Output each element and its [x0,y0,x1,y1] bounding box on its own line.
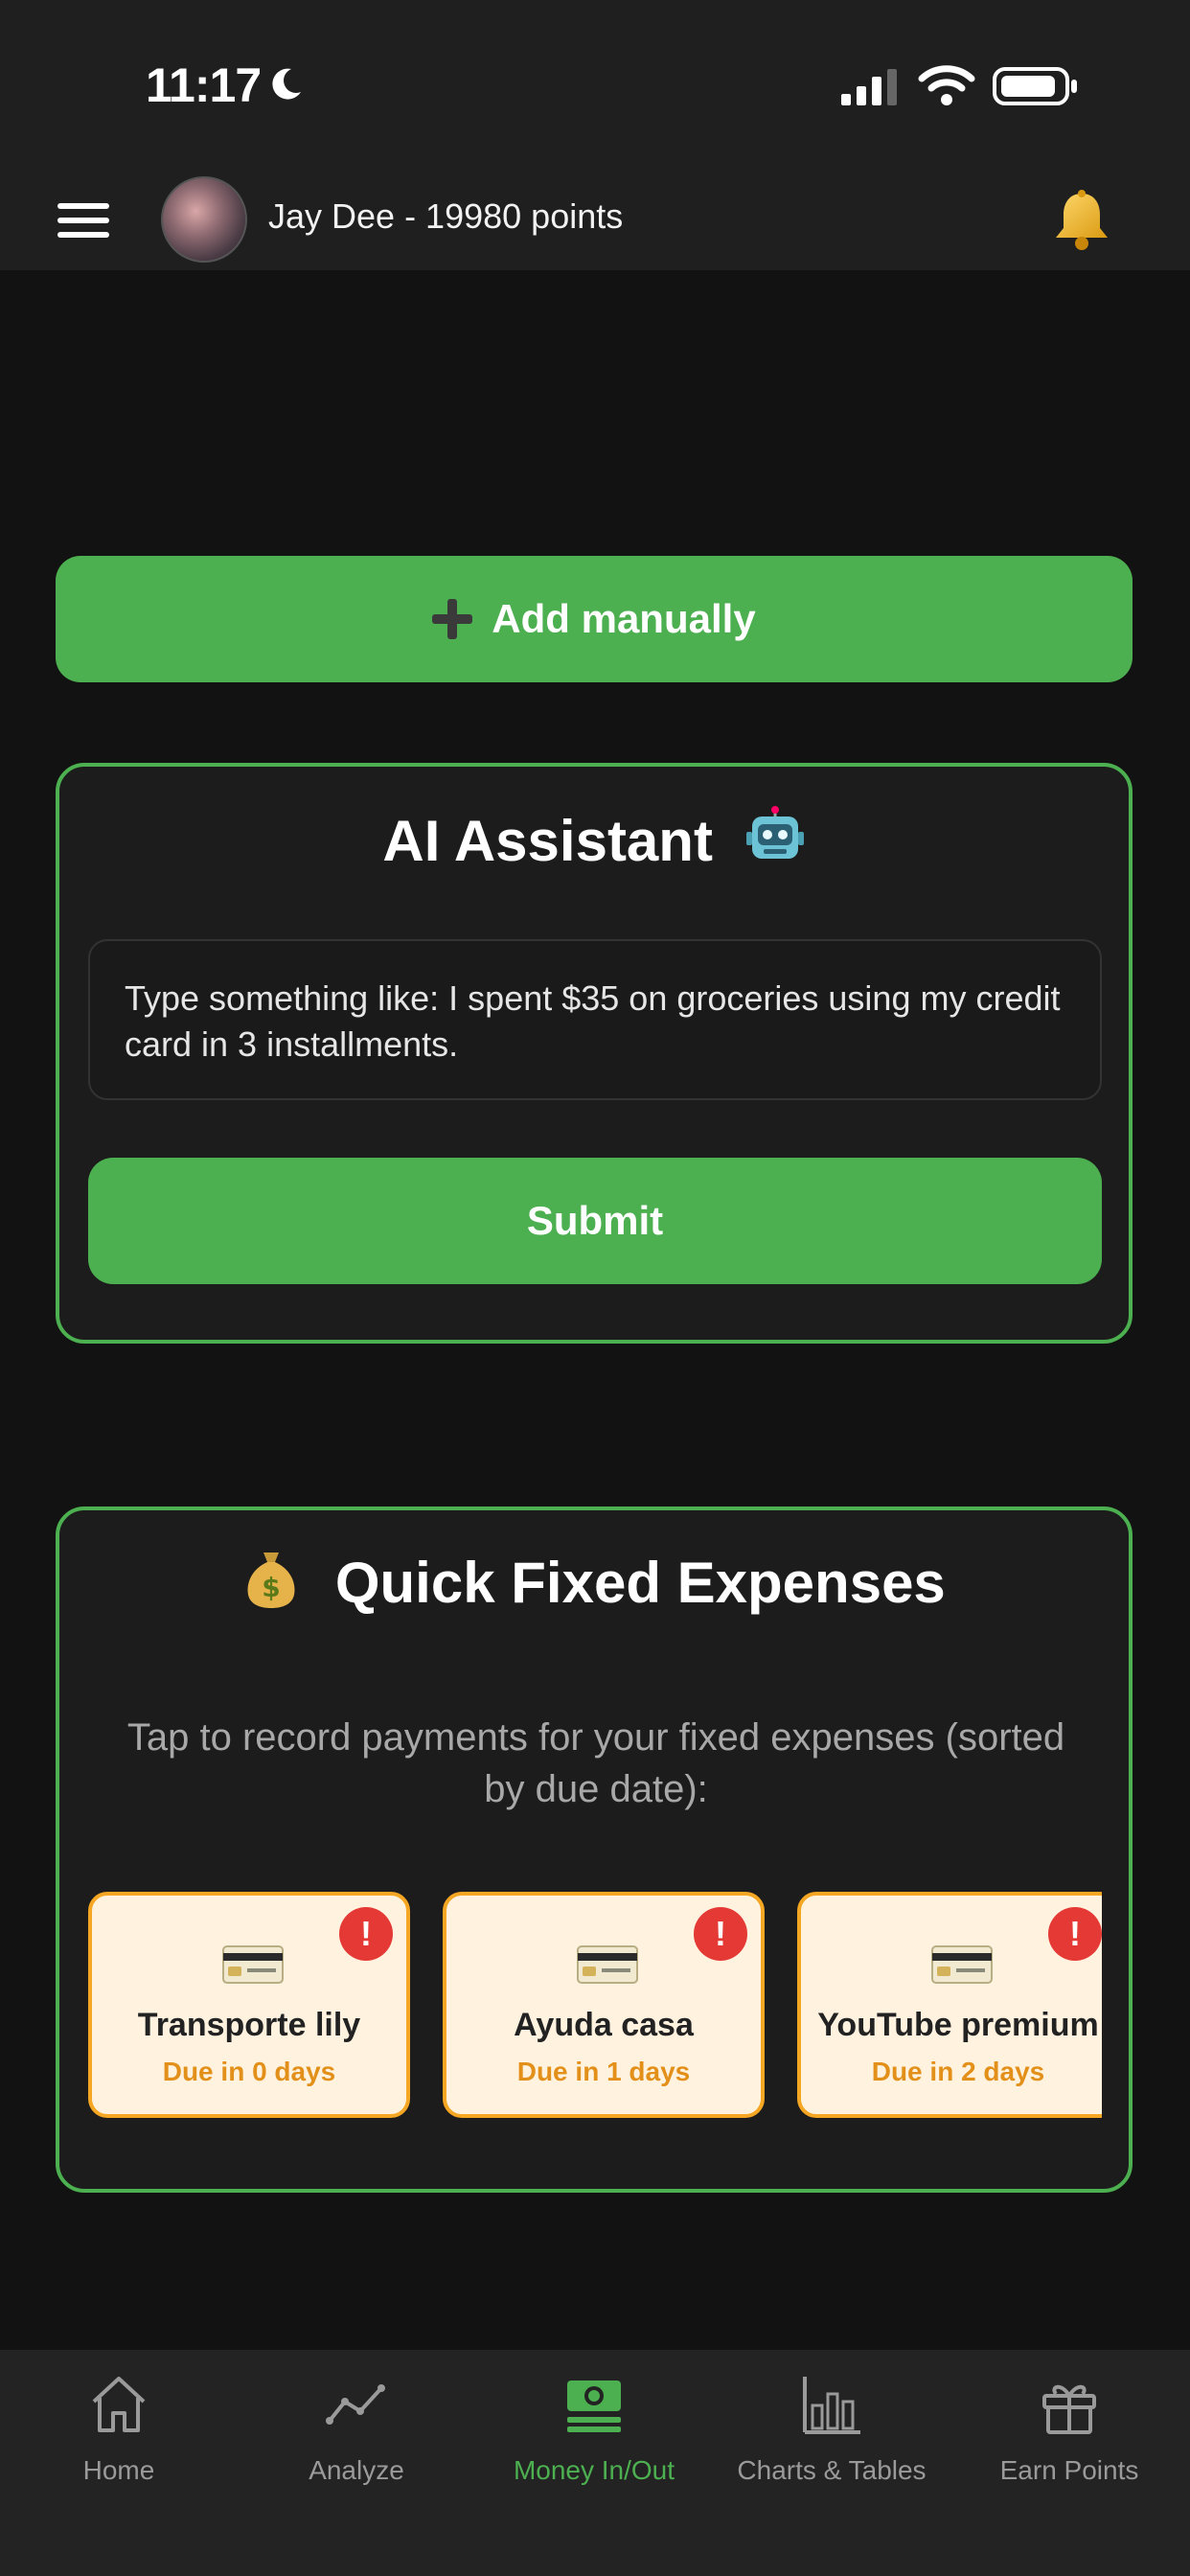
gift-icon [1042,2384,1096,2434]
ai-assistant-input[interactable]: Type something like: I spent $35 on groc… [88,939,1102,1100]
alert-badge: ! [1048,1907,1102,1961]
alert-badge: ! [339,1907,393,1961]
cellular-signal-icon [841,69,897,105]
nav-analyze[interactable]: Analyze [238,2367,475,2501]
credit-card-icon [577,1945,638,1984]
quick-fixed-expenses-card: $ Quick Fixed Expenses Tap to record pay… [56,1506,1133,2193]
wifi-icon [918,65,975,105]
add-manually-label: Add manually [492,596,756,641]
ai-assistant-title-text: AI Assistant [382,809,713,873]
expense-carousel[interactable]: ! Transporte lily Due in 0 days ! Ayuda … [88,1892,1102,2122]
screen: 11:17 Jay Dee - 19980 points Money In/Mo… [0,0,1190,2576]
expense-due: Due in 0 days [162,2057,336,2086]
nav-label: Home [82,2455,155,2485]
trend-line-icon [326,2384,385,2425]
money-icon [567,2380,621,2432]
bottom-nav: Home Analyze Money In/Out Charts & Table… [0,2350,1190,2576]
hamburger-menu-icon[interactable] [57,203,109,238]
expense-due: Due in 2 days [871,2057,1045,2086]
nav-label: Money In/Out [513,2455,675,2485]
nav-label: Charts & Tables [737,2455,927,2485]
quick-fixed-expenses-subtitle: Tap to record payments for your fixed ex… [126,1716,1065,1810]
nav-label: Analyze [309,2455,404,2485]
ai-assistant-card: AI Assistant Type something like: I spen… [56,763,1133,1344]
expense-name: YouTube premium [817,2007,1099,2043]
expense-card[interactable]: ! YouTube premium Due in 2 days [797,1892,1102,2118]
nav-label: Earn Points [999,2455,1139,2485]
money-bag-icon: $ [247,1552,295,1608]
quick-fixed-expenses-title-text: Quick Fixed Expenses [334,1551,946,1615]
battery-icon [993,67,1077,105]
expense-name: Transporte lily [137,2007,361,2043]
nav-earn-points[interactable]: Earn Points [950,2367,1188,2501]
quick-fixed-expenses-title: $ Quick Fixed Expenses [59,1549,1129,1616]
expense-card[interactable]: ! Ayuda casa Due in 1 days [443,1892,765,2118]
nav-home[interactable]: Home [0,2367,238,2501]
nav-money-in-out[interactable]: Money In/Out [475,2367,713,2501]
bar-chart-icon [803,2377,860,2434]
ai-assistant-title: AI Assistant [59,805,1129,874]
plus-icon [432,599,473,639]
avatar[interactable] [161,176,247,263]
status-time: 11:17 [146,58,262,112]
robot-icon [745,806,804,859]
add-manually-button[interactable]: Add manually [56,556,1133,682]
expense-name: Ayuda casa [514,2007,694,2043]
alert-badge: ! [694,1907,747,1961]
moon-icon [272,68,301,100]
credit-card-icon [931,1945,993,1984]
notification-bell-icon[interactable] [1048,188,1115,255]
top-bar: 11:17 Jay Dee - 19980 points [0,0,1190,270]
page-title: Money In/Money Out 💰 [259,376,931,442]
home-icon [92,2377,146,2432]
user-points-label: Jay Dee - 19980 points [268,196,624,236]
submit-button[interactable]: Submit [88,1158,1102,1284]
svg-text:$: $ [262,1572,280,1603]
credit-card-icon [222,1945,284,1984]
expense-card[interactable]: ! Transporte lily Due in 0 days [88,1892,410,2118]
nav-charts-tables[interactable]: Charts & Tables [713,2367,950,2501]
expense-due: Due in 1 days [516,2057,691,2086]
